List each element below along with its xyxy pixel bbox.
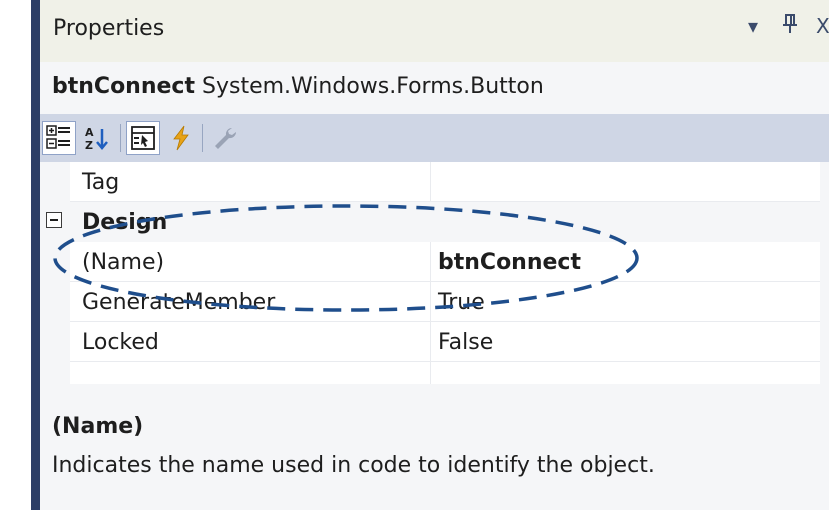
property-row-tag[interactable]: Tag (70, 162, 820, 202)
left-edge (0, 0, 31, 510)
events-icon (173, 125, 189, 151)
property-value[interactable]: False (438, 330, 493, 355)
alphabetical-icon: A Z (85, 126, 108, 151)
description-text: Indicates the name used in code to ident… (52, 453, 655, 478)
panel-title: Properties (53, 16, 165, 41)
object-selector-text: btnConnect System.Windows.Forms.Button (52, 74, 544, 99)
column-divider (430, 242, 431, 282)
toolbar-separator (120, 124, 121, 152)
property-value[interactable]: btnConnect (438, 250, 581, 275)
wrench-icon (215, 127, 237, 149)
property-label: Locked (82, 330, 159, 355)
events-button[interactable] (164, 121, 198, 155)
pin-icon[interactable] (782, 14, 798, 39)
column-divider (430, 282, 431, 322)
dropdown-arrow-icon[interactable]: ▾ (748, 14, 758, 38)
description-title: (Name) (52, 414, 144, 439)
grid-scroll-edge (820, 162, 829, 384)
properties-button[interactable] (126, 121, 160, 155)
column-divider (430, 162, 431, 202)
properties-panel: Properties ▾ X btnConnect System.Windows… (40, 0, 829, 510)
property-label: GenerateMember (82, 290, 276, 315)
description-pane: (Name) Indicates the name used in code t… (40, 384, 829, 510)
toolbar-separator (202, 124, 203, 152)
title-bar: Properties ▾ X (40, 0, 829, 62)
property-label: Tag (82, 170, 120, 195)
object-name: btnConnect (52, 74, 195, 99)
property-pages-button[interactable] (208, 121, 242, 155)
property-row-name[interactable]: (Name) btnConnect (70, 242, 820, 282)
column-divider (430, 362, 431, 384)
property-label: (Name) (82, 250, 165, 275)
object-selector[interactable]: btnConnect System.Windows.Forms.Button (40, 62, 829, 114)
alphabetical-button[interactable]: A Z (80, 121, 114, 155)
collapse-toggle-icon[interactable] (46, 212, 62, 228)
categorized-icon (46, 125, 70, 149)
property-row-generatemember[interactable]: GenerateMember True (70, 282, 820, 322)
column-divider (430, 322, 431, 362)
properties-toolbar: A Z (40, 114, 829, 162)
svg-text:Z: Z (85, 139, 93, 151)
property-grid: Tag Design (Name) btnConnect GenerateMem… (40, 162, 820, 384)
object-type: System.Windows.Forms.Button (202, 74, 544, 99)
category-design: Design (40, 202, 820, 242)
property-value[interactable]: True (438, 290, 485, 315)
grid-margin (40, 162, 70, 384)
category-label: Design (82, 210, 168, 235)
property-row-partial (70, 362, 820, 384)
categorized-button[interactable] (42, 121, 76, 155)
svg-text:A: A (85, 126, 94, 139)
properties-icon (131, 126, 155, 150)
close-icon[interactable]: X (816, 14, 829, 38)
property-row-locked[interactable]: Locked False (70, 322, 820, 362)
docking-edge-bar (31, 0, 40, 510)
